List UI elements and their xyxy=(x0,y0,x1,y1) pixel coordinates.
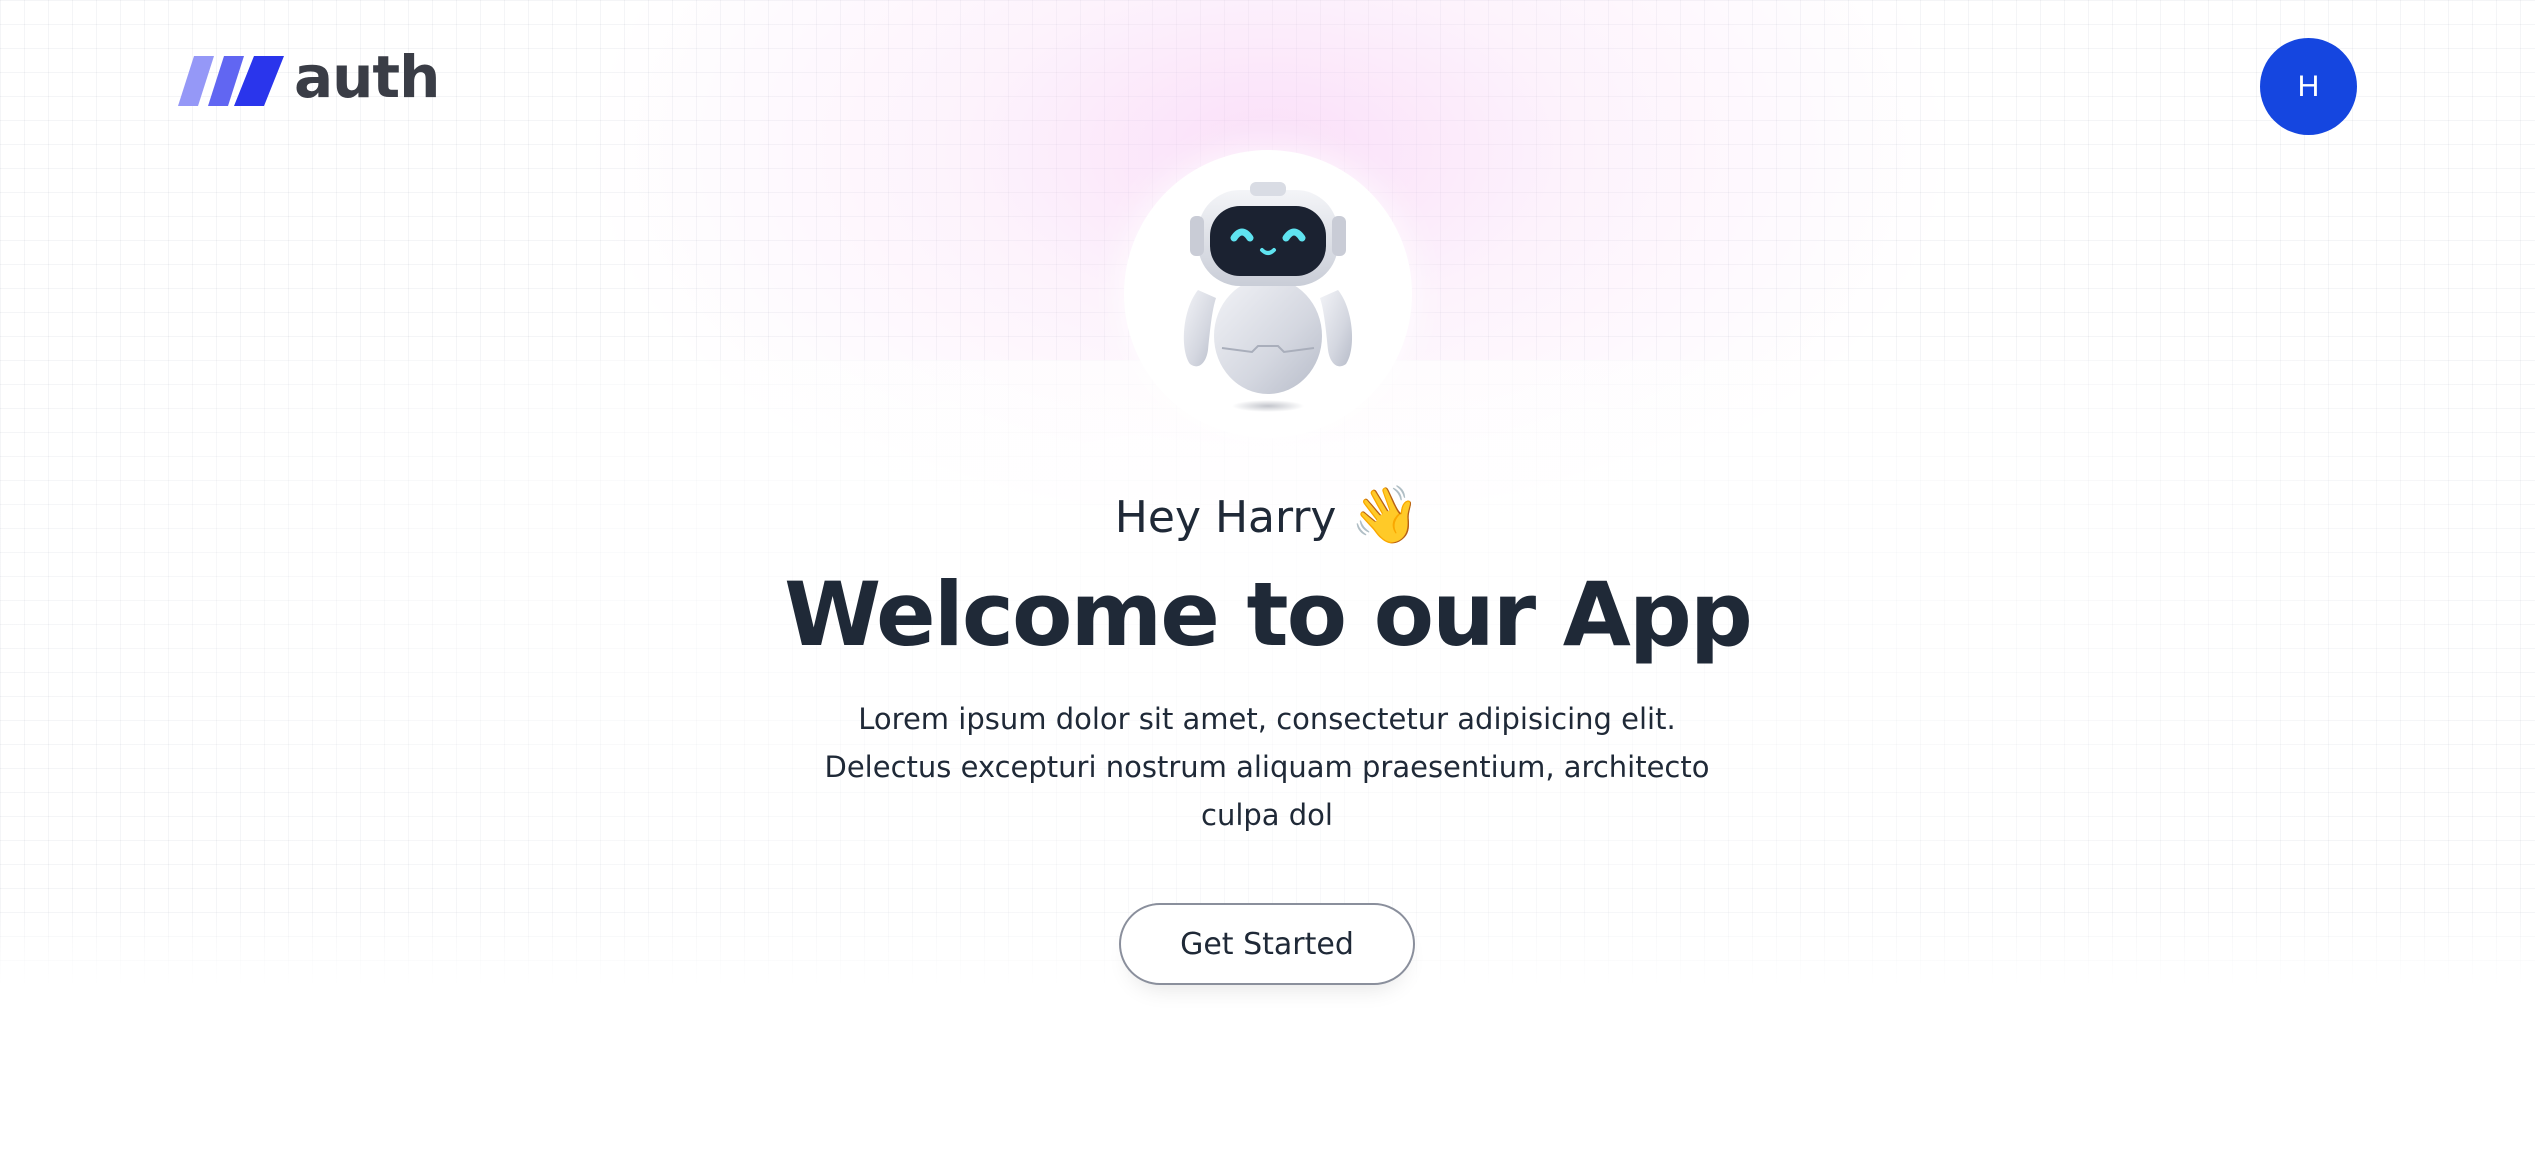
robot-illustration-container xyxy=(1124,150,1412,438)
logo-link[interactable]: auth xyxy=(178,48,440,110)
logo-text: auth xyxy=(294,43,440,111)
hero-description: Lorem ipsum dolor sit amet, consectetur … xyxy=(824,702,1710,832)
greeting-text: Hey Harry xyxy=(1114,492,1337,543)
robot-icon xyxy=(1183,182,1353,412)
greeting-line: Hey Harry 👋 xyxy=(0,483,2535,550)
waving-hand-icon: 👋 xyxy=(1350,483,1421,548)
app-page: auth H Hey Harry 👋 Welcome to our App Lo… xyxy=(0,0,2535,1166)
user-avatar-button[interactable]: H xyxy=(2260,38,2357,135)
page-title: Welcome to our App xyxy=(784,563,1753,666)
logo-mark-icon xyxy=(178,56,284,106)
get-started-button[interactable]: Get Started xyxy=(1119,903,1415,985)
avatar-initial: H xyxy=(2297,69,2320,103)
